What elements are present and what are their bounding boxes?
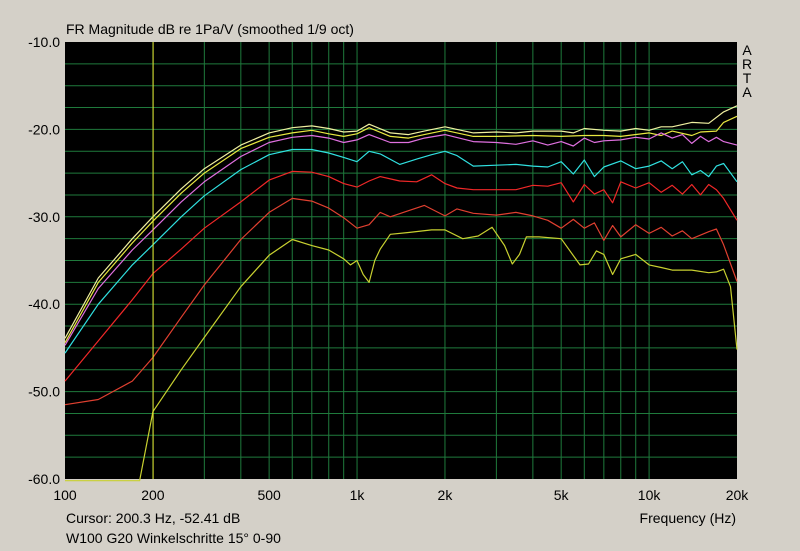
y-tick-label: -30.0 xyxy=(28,209,60,225)
x-tick-label: 2k xyxy=(438,487,454,503)
y-tick-label: -50.0 xyxy=(28,384,60,400)
x-axis-label: Frequency (Hz) xyxy=(639,510,736,526)
chart-title: FR Magnitude dB re 1Pa/V (smoothed 1/9 o… xyxy=(66,21,354,37)
arta-logo: A R T A xyxy=(741,43,753,99)
y-tick-label: -10.0 xyxy=(28,34,60,50)
frequency-response-chart[interactable]: 100 200 500 1k 2k 5k 10k 20k -10.0 -20.0 -30.0 -40.… xyxy=(0,0,800,551)
grid xyxy=(65,42,737,479)
y-tick-label: -20.0 xyxy=(28,121,60,137)
x-tick-label: 20k xyxy=(726,487,750,503)
y-tick-label: -60.0 xyxy=(28,471,60,487)
x-tick-label: 5k xyxy=(554,487,570,503)
y-tick-label: -40.0 xyxy=(28,296,60,312)
brand-letter: T xyxy=(742,70,752,86)
x-tick-label: 10k xyxy=(638,487,662,503)
cursor-readout: Cursor: 200.3 Hz, -52.41 dB xyxy=(66,510,241,526)
brand-letter: A xyxy=(742,84,752,100)
x-tick-label: 500 xyxy=(257,487,281,503)
brand-letter: R xyxy=(741,56,753,72)
brand-letter: A xyxy=(742,42,752,58)
measurement-caption: W100 G20 Winkelschritte 15° 0-90 xyxy=(66,530,281,546)
x-tick-label: 100 xyxy=(53,487,77,503)
x-tick-label: 1k xyxy=(350,487,366,503)
x-tick-label: 200 xyxy=(141,487,165,503)
